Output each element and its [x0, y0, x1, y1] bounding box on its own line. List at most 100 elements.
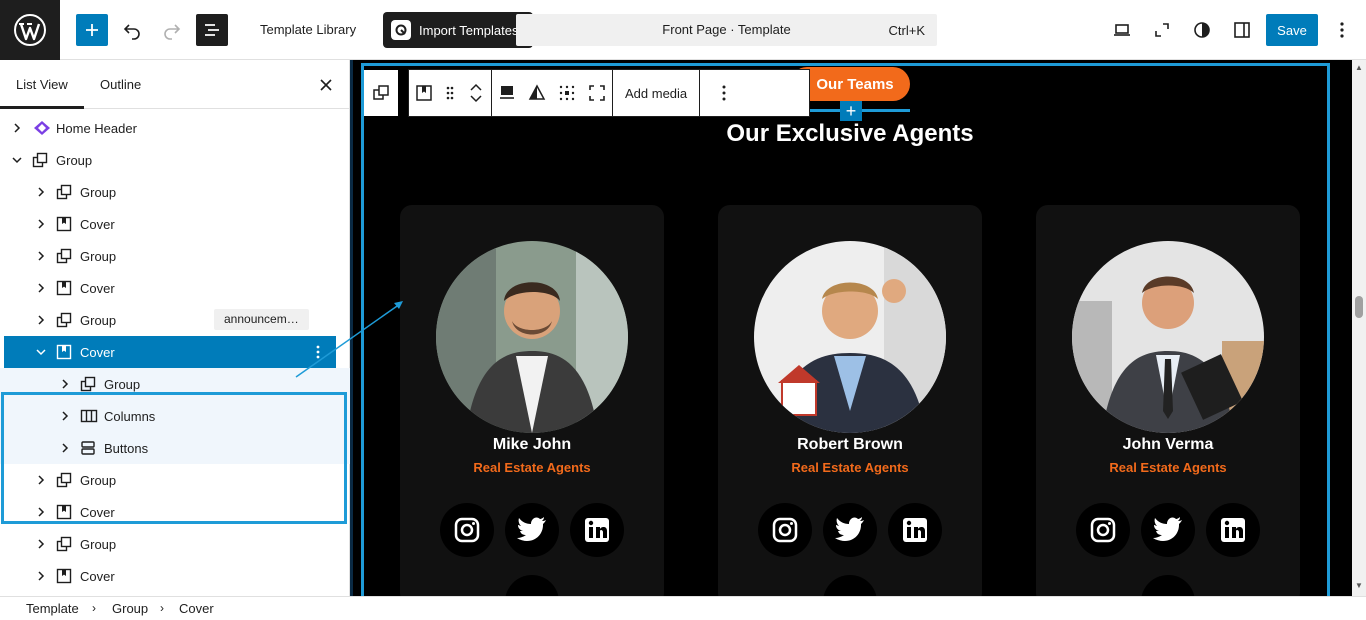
scroll-up-arrow[interactable]: ▲	[1355, 64, 1363, 72]
block-toolbar-group	[700, 70, 748, 116]
chevron-right-icon[interactable]	[34, 185, 48, 199]
chevron-right-icon[interactable]	[34, 281, 48, 295]
tree-item-group[interactable]: Group	[0, 240, 350, 272]
tree-item-group[interactable]: Group	[0, 144, 350, 176]
tree-item-label: Group	[80, 249, 117, 264]
close-sidebar-button[interactable]	[316, 75, 336, 95]
chevron-right-icon[interactable]	[34, 249, 48, 263]
options-menu-button[interactable]	[1326, 14, 1358, 46]
preview-device-button[interactable]	[1106, 14, 1138, 46]
agent-card[interactable]: Robert Brown Real Estate Agents	[718, 205, 982, 620]
align-button[interactable]	[492, 70, 522, 116]
select-parent-button[interactable]	[364, 70, 398, 116]
settings-sidebar-button[interactable]	[1226, 14, 1258, 46]
position-button[interactable]	[552, 70, 582, 116]
twitter-icon[interactable]	[823, 503, 877, 557]
chevron-right-icon[interactable]	[34, 569, 48, 583]
scroll-thumb[interactable]	[1355, 296, 1363, 318]
tree-item-group[interactable]: Group	[0, 464, 350, 496]
chevron-right-icon[interactable]	[34, 473, 48, 487]
tree-item-group[interactable]: Group announcem…	[0, 304, 350, 336]
more-vertical-icon[interactable]	[310, 344, 326, 360]
styles-button[interactable]	[1186, 14, 1218, 46]
breadcrumb-item[interactable]: Template	[26, 601, 79, 616]
tree-item-cover[interactable]: Cover	[0, 208, 350, 240]
command-palette-button[interactable]: Front Page · Template Ctrl+K	[516, 14, 937, 46]
chevron-right-icon[interactable]	[34, 313, 48, 327]
agent-role[interactable]: Real Estate Agents	[400, 460, 664, 475]
twitter-icon[interactable]	[505, 503, 559, 557]
chevron-down-icon[interactable]	[34, 345, 48, 359]
add-media-button[interactable]: Add media	[613, 86, 699, 101]
tree-item-group[interactable]: Group	[0, 528, 350, 560]
linkedin-icon[interactable]	[888, 503, 942, 557]
cover-icon	[56, 216, 72, 232]
tree-item-buttons[interactable]: Buttons	[0, 432, 350, 464]
tree-item-label: Group	[104, 377, 141, 392]
block-options-button[interactable]	[700, 70, 748, 116]
redo-button[interactable]	[156, 14, 188, 46]
drag-handle[interactable]	[439, 70, 461, 116]
tree-item-label: Group	[56, 153, 93, 168]
template-library-link[interactable]: Template Library	[260, 22, 356, 37]
tab-outline[interactable]: Outline	[100, 77, 141, 92]
chevron-right-icon[interactable]	[10, 121, 24, 135]
full-height-button[interactable]	[582, 70, 612, 116]
overlay-button[interactable]	[522, 70, 552, 116]
chevron-right-icon[interactable]	[34, 505, 48, 519]
tree-item-cover[interactable]: Cover	[0, 272, 350, 304]
list-view-sidebar: List View Outline Home Header Group Group C…	[0, 60, 350, 596]
chevron-right-icon[interactable]	[34, 217, 48, 231]
linkedin-icon[interactable]	[570, 503, 624, 557]
chevron-right-icon[interactable]	[58, 377, 72, 391]
breadcrumb-item[interactable]: Group	[112, 601, 148, 616]
wordpress-logo-icon[interactable]	[0, 0, 60, 60]
chevron-right-icon[interactable]	[58, 441, 72, 455]
tree-item-home-header[interactable]: Home Header	[0, 112, 350, 144]
cover-block-button[interactable]	[409, 70, 439, 116]
tree-item-label: Cover	[80, 569, 115, 584]
tab-list-view[interactable]: List View	[16, 77, 68, 92]
agent-role[interactable]: Real Estate Agents	[1036, 460, 1300, 475]
instagram-icon[interactable]	[440, 503, 494, 557]
document-overview-button[interactable]	[196, 14, 228, 46]
chevron-down-icon[interactable]	[10, 153, 24, 167]
chevron-right-icon[interactable]	[58, 409, 72, 423]
agent-name[interactable]: Mike John	[400, 436, 664, 454]
tree-item-label: Buttons	[104, 441, 149, 456]
agent-name[interactable]: Robert Brown	[718, 436, 982, 454]
columns-icon	[80, 408, 98, 424]
agent-name[interactable]: John Verma	[1036, 436, 1300, 454]
instagram-icon[interactable]	[1076, 503, 1130, 557]
save-button[interactable]: Save	[1266, 14, 1318, 46]
undo-button[interactable]	[116, 14, 148, 46]
agent-photo[interactable]	[754, 241, 946, 433]
tree-item-cover[interactable]: Cover	[4, 336, 336, 368]
more-vertical-icon	[1340, 22, 1344, 38]
tree-item-group[interactable]: Group	[0, 368, 350, 400]
tree-item-cover[interactable]: Cover	[0, 560, 350, 592]
instagram-icon[interactable]	[758, 503, 812, 557]
tree-item-group[interactable]: Group	[0, 176, 350, 208]
chevron-right-icon[interactable]	[34, 537, 48, 551]
agent-photo[interactable]	[436, 241, 628, 433]
import-templates-button[interactable]: Import Templates	[383, 12, 533, 48]
agent-role[interactable]: Real Estate Agents	[718, 460, 982, 475]
group-icon	[56, 248, 72, 264]
scroll-down-arrow[interactable]: ▼	[1355, 582, 1363, 590]
insert-block-button[interactable]: +	[840, 101, 862, 121]
agent-card[interactable]: John Verma Real Estate Agents	[1036, 205, 1300, 620]
section-title[interactable]: Our Exclusive Agents	[640, 120, 1060, 148]
fullscreen-button[interactable]	[1146, 14, 1178, 46]
canvas-scrollbar[interactable]: ▲ ▼	[1352, 60, 1366, 596]
tree-item-cover[interactable]: Cover	[0, 496, 350, 528]
block-toolbar-group: Add media	[613, 70, 701, 116]
move-up-down-buttons[interactable]	[461, 70, 491, 116]
twitter-icon[interactable]	[1141, 503, 1195, 557]
linkedin-icon[interactable]	[1206, 503, 1260, 557]
agent-photo[interactable]	[1072, 241, 1264, 433]
canvas-edge	[350, 60, 353, 596]
tree-item-columns[interactable]: Columns	[0, 400, 350, 432]
agent-card[interactable]: Mike John Real Estate Agents	[400, 205, 664, 620]
add-block-button[interactable]	[76, 14, 108, 46]
